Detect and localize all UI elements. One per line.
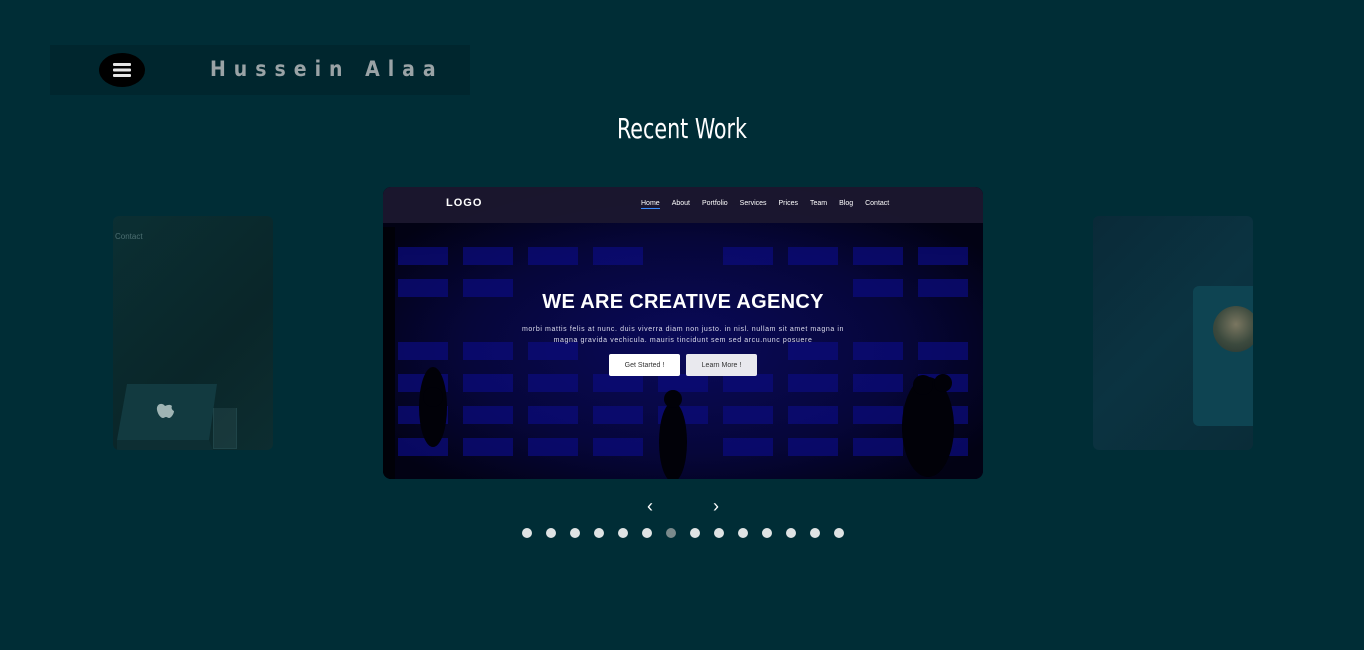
slide-next[interactable]	[1093, 216, 1253, 450]
mock-hero-text: morbi mattis felis at nunc. duis viverra…	[493, 324, 873, 346]
mock-hero-text-line1: morbi mattis felis at nunc. duis viverra…	[521, 326, 845, 333]
slide-current[interactable]: LOGO Home About Portfolio Services Price…	[383, 187, 983, 479]
section-title: Recent Work	[616, 112, 748, 145]
carousel-dot-11[interactable]	[762, 528, 772, 538]
mock-hero-text-line2: magna gravida vechicula. mauris tincidun…	[553, 337, 813, 344]
hamburger-menu-icon	[113, 63, 131, 77]
carousel-dot-13[interactable]	[810, 528, 820, 538]
mock-get-started-button: Get Started !	[609, 354, 680, 376]
carousel-dot-7[interactable]	[666, 528, 676, 538]
mock-nav-blog: Blog	[839, 200, 854, 207]
carousel-prev-button[interactable]: ‹	[643, 496, 657, 517]
carousel-dot-1[interactable]	[522, 528, 532, 538]
laptop-image	[117, 384, 217, 450]
mock-nav-contact: Contact	[865, 200, 890, 207]
slide-nav-text: Contact	[115, 232, 143, 241]
mock-logo: LOGO	[446, 197, 483, 209]
mock-nav-home: Home	[641, 200, 660, 209]
carousel-dot-5[interactable]	[618, 528, 628, 538]
mock-learn-more-button: Learn More !	[686, 354, 757, 376]
mock-hero-title: WE ARE CREATIVE AGENCY	[542, 291, 824, 313]
glass-image	[213, 408, 237, 449]
carousel-dot-14[interactable]	[834, 528, 844, 538]
mock-navbar: LOGO Home About Portfolio Services Price…	[383, 187, 983, 223]
avatar	[1213, 306, 1253, 352]
carousel-dot-2[interactable]	[546, 528, 556, 538]
mock-nav-prices: Prices	[778, 200, 798, 207]
carousel-dot-8[interactable]	[690, 528, 700, 538]
carousel-dot-10[interactable]	[738, 528, 748, 538]
menu-button[interactable]	[99, 53, 145, 87]
site-header: Hussein Alaa	[50, 45, 470, 95]
mock-nav-services: Services	[739, 200, 767, 207]
carousel-dot-6[interactable]	[642, 528, 652, 538]
carousel-dot-12[interactable]	[786, 528, 796, 538]
mock-nav-team: Team	[809, 200, 828, 207]
carousel-dots	[522, 528, 858, 538]
mock-nav-about: About	[671, 200, 690, 207]
carousel-dot-3[interactable]	[570, 528, 580, 538]
carousel-dot-4[interactable]	[594, 528, 604, 538]
site-brand: Hussein Alaa	[210, 57, 444, 81]
carousel-dot-9[interactable]	[714, 528, 724, 538]
mock-nav-portfolio: Portfolio	[701, 200, 728, 207]
mock-nav-links: Home About Portfolio Services Prices Tea…	[641, 200, 901, 209]
slide-previous[interactable]: Contact	[113, 216, 273, 450]
carousel-next-button[interactable]: ›	[709, 496, 723, 517]
